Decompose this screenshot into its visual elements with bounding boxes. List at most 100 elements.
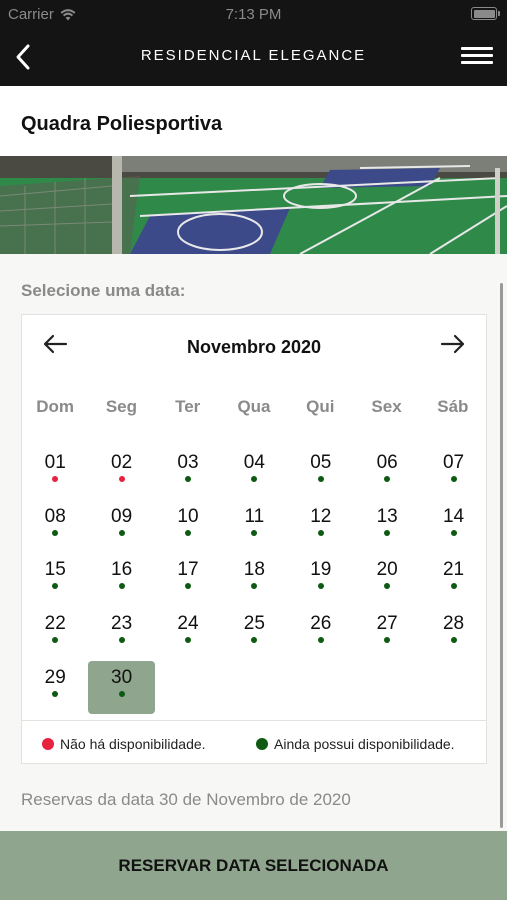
weekday-header: Dom Seg Ter Qua Qui Sex Sáb (22, 397, 486, 417)
day-number: 10 (177, 505, 199, 527)
hamburger-menu-icon[interactable] (461, 43, 493, 69)
calendar-day[interactable]: 17 (155, 553, 221, 607)
battery-icon (471, 7, 500, 20)
unavailable-dot-icon (42, 738, 54, 750)
calendar-day[interactable]: 05 (288, 446, 354, 500)
calendar-day[interactable]: 09 (88, 500, 154, 554)
calendar-day[interactable]: 12 (288, 500, 354, 554)
calendar-day[interactable]: 18 (221, 553, 287, 607)
day-number: 15 (44, 559, 66, 581)
day-number: 14 (442, 505, 465, 527)
available-dot-icon (184, 529, 191, 536)
available-dot-icon (256, 738, 268, 750)
calendar-day[interactable]: 02 (88, 446, 154, 500)
available-dot-icon (184, 583, 191, 590)
calendar-day[interactable]: 28 (420, 607, 486, 661)
available-dot-icon (52, 690, 59, 697)
available-dot-icon (52, 583, 59, 590)
calendar: Novembro 2020 Dom Seg Ter Qua Qui Sex Sáb 01 02… (21, 314, 487, 764)
calendar-day[interactable]: 11 (221, 500, 287, 554)
available-dot-icon (184, 637, 191, 644)
available-dot-icon (52, 637, 59, 644)
available-dot-icon (317, 637, 324, 644)
calendar-day[interactable]: 26 (288, 607, 354, 661)
calendar-day[interactable]: 23 (88, 607, 154, 661)
legend-unavailable-label: Não há disponibilidade. (60, 736, 206, 752)
day-number: 27 (376, 613, 398, 635)
legend-available: Ainda possui disponibilidade. (256, 736, 455, 752)
available-dot-icon (184, 476, 191, 482)
calendar-day[interactable]: 29 (22, 661, 88, 715)
calendar-day[interactable]: 06 (354, 446, 420, 500)
available-dot-icon (450, 583, 457, 590)
day-number: 06 (376, 452, 398, 473)
calendar-month-label: Novembro 2020 (186, 337, 322, 357)
calendar-day[interactable]: 15 (22, 553, 88, 607)
calendar-day[interactable]: 03 (155, 446, 221, 500)
available-dot-icon (317, 583, 324, 590)
page-title: Quadra Poliesportiva (21, 113, 223, 135)
available-dot-icon (384, 583, 391, 590)
court-image (0, 156, 507, 254)
day-number: 03 (177, 452, 199, 473)
calendar-day[interactable]: 16 (88, 553, 154, 607)
day-number: 30 (111, 666, 133, 688)
calendar-days-grid: 01 02 03 04 05 06 07 08 09 10 11 12 13 14 15 16 17 18 19 20… (22, 446, 486, 715)
day-number: 26 (310, 613, 332, 635)
available-dot-icon (52, 529, 59, 536)
legend-available-label: Ainda possui disponibilidade. (274, 736, 455, 752)
calendar-legend: Não há disponibilidade. Ainda possui dis… (22, 720, 486, 764)
calendar-day[interactable]: 04 (221, 446, 287, 500)
calendar-day[interactable]: 08 (22, 500, 88, 554)
calendar-day[interactable]: 27 (354, 607, 420, 661)
calendar-day[interactable]: 07 (420, 446, 486, 500)
unavailable-dot-icon (52, 476, 59, 482)
available-dot-icon (384, 637, 391, 644)
day-number: 20 (376, 559, 398, 581)
weekday-label: Seg (105, 397, 138, 416)
calendar-day[interactable]: 24 (155, 607, 221, 661)
app-title: RESIDENCIAL ELEGANCE (140, 47, 367, 64)
select-date-label: Selecione uma data: (21, 281, 186, 300)
available-dot-icon (450, 529, 457, 536)
day-number: 19 (310, 559, 332, 581)
calendar-day[interactable]: 22 (22, 607, 88, 661)
status-bar: Carrier 7:13 PM (0, 0, 507, 28)
day-number: 01 (44, 452, 66, 473)
available-dot-icon (118, 637, 125, 644)
reserve-date-button[interactable]: RESERVAR DATA SELECIONADA (0, 831, 507, 900)
day-number: 25 (243, 613, 265, 635)
status-time: 7:13 PM (225, 6, 282, 23)
page-header: Quadra Poliesportiva (0, 86, 507, 156)
available-dot-icon (450, 637, 457, 644)
calendar-day[interactable]: 19 (288, 553, 354, 607)
day-number: 04 (243, 452, 265, 473)
unavailable-dot-icon (118, 476, 125, 482)
available-dot-icon (251, 529, 258, 536)
calendar-day[interactable]: 25 (221, 607, 287, 661)
available-dot-icon (251, 476, 258, 482)
calendar-day[interactable]: 01 (22, 446, 88, 500)
day-number: 12 (310, 505, 332, 527)
calendar-day[interactable]: 10 (155, 500, 221, 554)
available-dot-icon (384, 476, 391, 482)
available-dot-icon (118, 529, 125, 536)
weekday-label: Ter (175, 397, 201, 416)
scrollbar[interactable] (500, 283, 503, 828)
available-dot-icon (384, 529, 391, 536)
day-number: 08 (44, 505, 66, 527)
calendar-day-selected[interactable]: 30 (88, 660, 155, 715)
day-number: 29 (44, 666, 66, 688)
weekday-label: Dom (36, 397, 75, 416)
available-dot-icon (317, 529, 324, 536)
available-dot-icon (251, 583, 258, 590)
calendar-day[interactable]: 20 (354, 553, 420, 607)
available-dot-icon (317, 476, 324, 482)
weekday-label: Sex (371, 397, 402, 416)
navigation-bar: RESIDENCIAL ELEGANCE (0, 28, 507, 86)
arrow-right-icon[interactable] (440, 333, 466, 355)
calendar-day[interactable]: 13 (354, 500, 420, 554)
available-dot-icon (251, 637, 258, 644)
calendar-day[interactable]: 21 (420, 553, 486, 607)
calendar-day[interactable]: 14 (420, 500, 486, 554)
